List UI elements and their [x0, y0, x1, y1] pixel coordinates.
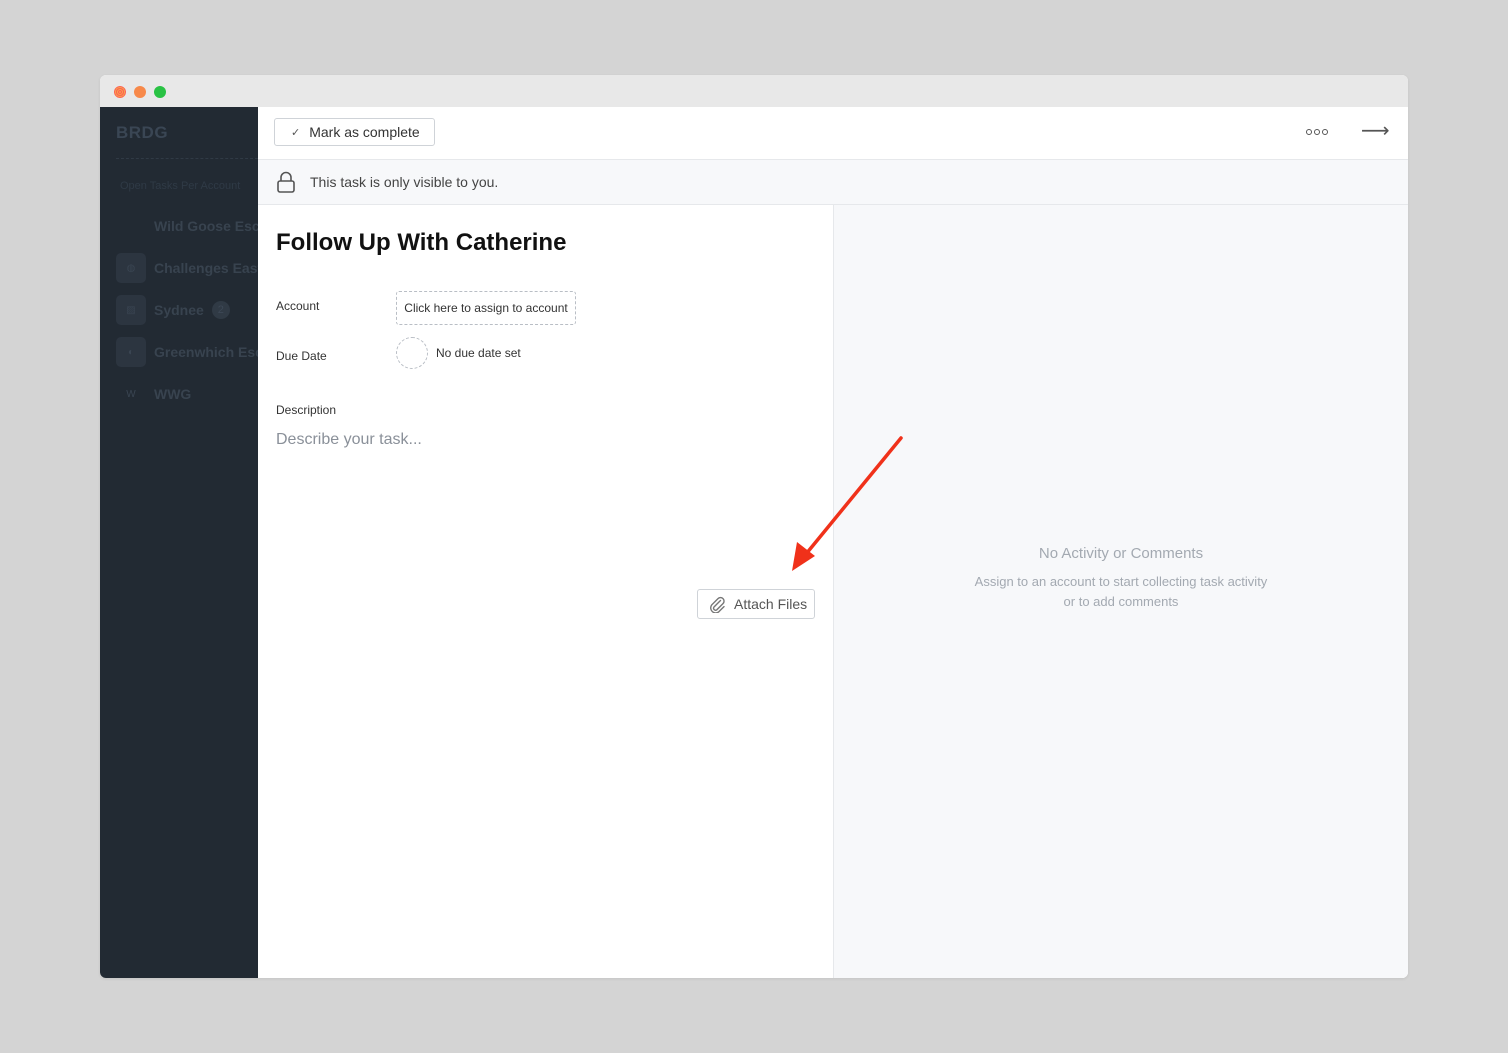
empty-activity-title: No Activity or Comments [1038, 545, 1204, 562]
app-window: BRDG Open Tasks Per Account Wild Goose E… [100, 75, 1408, 978]
task-form: Follow Up With Catherine Account Click h… [258, 205, 834, 978]
brand-logo[interactable]: BRDG [116, 123, 168, 143]
sidebar-section-title: Open Tasks Per Account [120, 180, 241, 192]
task-detail-panel: ✓ Mark as complete ⟶ This task is only v… [258, 107, 1408, 978]
paperclip-icon [710, 596, 725, 613]
assign-account-button[interactable]: Click here to assign to account [396, 291, 576, 325]
check-icon: ✓ [291, 126, 301, 139]
maximize-window-button[interactable] [154, 86, 166, 98]
sidebar-item-label: Challenges East L [154, 260, 258, 276]
sidebar-item-wwg[interactable]: W WWG [116, 379, 258, 409]
account-label: Account [276, 299, 320, 313]
sidebar-item-wild-goose[interactable]: Wild Goose Escape [116, 211, 258, 241]
task-title[interactable]: Follow Up With Catherine [276, 229, 566, 257]
close-window-button[interactable] [114, 86, 126, 98]
attach-files-label: Attach Files [734, 596, 808, 612]
title-bar [100, 75, 1408, 107]
account-avatar: W [126, 388, 136, 400]
sidebar-item-label: Wild Goose Escape [154, 218, 258, 234]
account-avatar: ◍ [116, 253, 146, 283]
account-avatar: ◐ [116, 337, 146, 367]
account-avatar: ▨ [116, 295, 146, 325]
sidebar-item-label: WWG [154, 386, 192, 402]
mark-complete-label: Mark as complete [309, 124, 420, 140]
description-label: Description [276, 403, 337, 417]
sidebar-divider [116, 158, 258, 159]
sidebar-item-label: Greenwhich Escape [154, 344, 258, 360]
due-date-label: Due Date [276, 349, 327, 363]
description-input[interactable] [276, 431, 806, 551]
arrow-right-icon[interactable]: ⟶ [1361, 118, 1390, 143]
due-date-picker[interactable] [396, 337, 428, 369]
lock-icon [277, 171, 295, 193]
empty-activity-subtitle: Assign to an account to start collecting… [974, 574, 1268, 609]
mark-complete-button[interactable]: ✓ Mark as complete [274, 118, 435, 146]
sidebar-item-sydnee[interactable]: ▨ Sydnee 2 [116, 295, 258, 325]
visibility-notice: This task is only visible to you. [258, 160, 1408, 205]
visibility-notice-text: This task is only visible to you. [310, 174, 499, 190]
due-date-value[interactable]: No due date set [436, 346, 521, 360]
sidebar: BRDG Open Tasks Per Account Wild Goose E… [100, 107, 258, 978]
account-avatar [116, 211, 146, 241]
sidebar-item-label: Sydnee [154, 302, 204, 318]
task-count-badge: 2 [211, 301, 230, 319]
more-options-icon[interactable] [1306, 123, 1328, 141]
activity-panel: No Activity or Comments Assign to an acc… [834, 205, 1408, 978]
sidebar-item-challenges-east[interactable]: ◍ Challenges East L [116, 253, 258, 283]
sidebar-item-greenwhich[interactable]: ◐ Greenwhich Escape [116, 337, 258, 367]
minimize-window-button[interactable] [134, 86, 146, 98]
attach-files-button[interactable]: Attach Files [697, 589, 815, 619]
task-toolbar: ✓ Mark as complete ⟶ [258, 107, 1408, 160]
